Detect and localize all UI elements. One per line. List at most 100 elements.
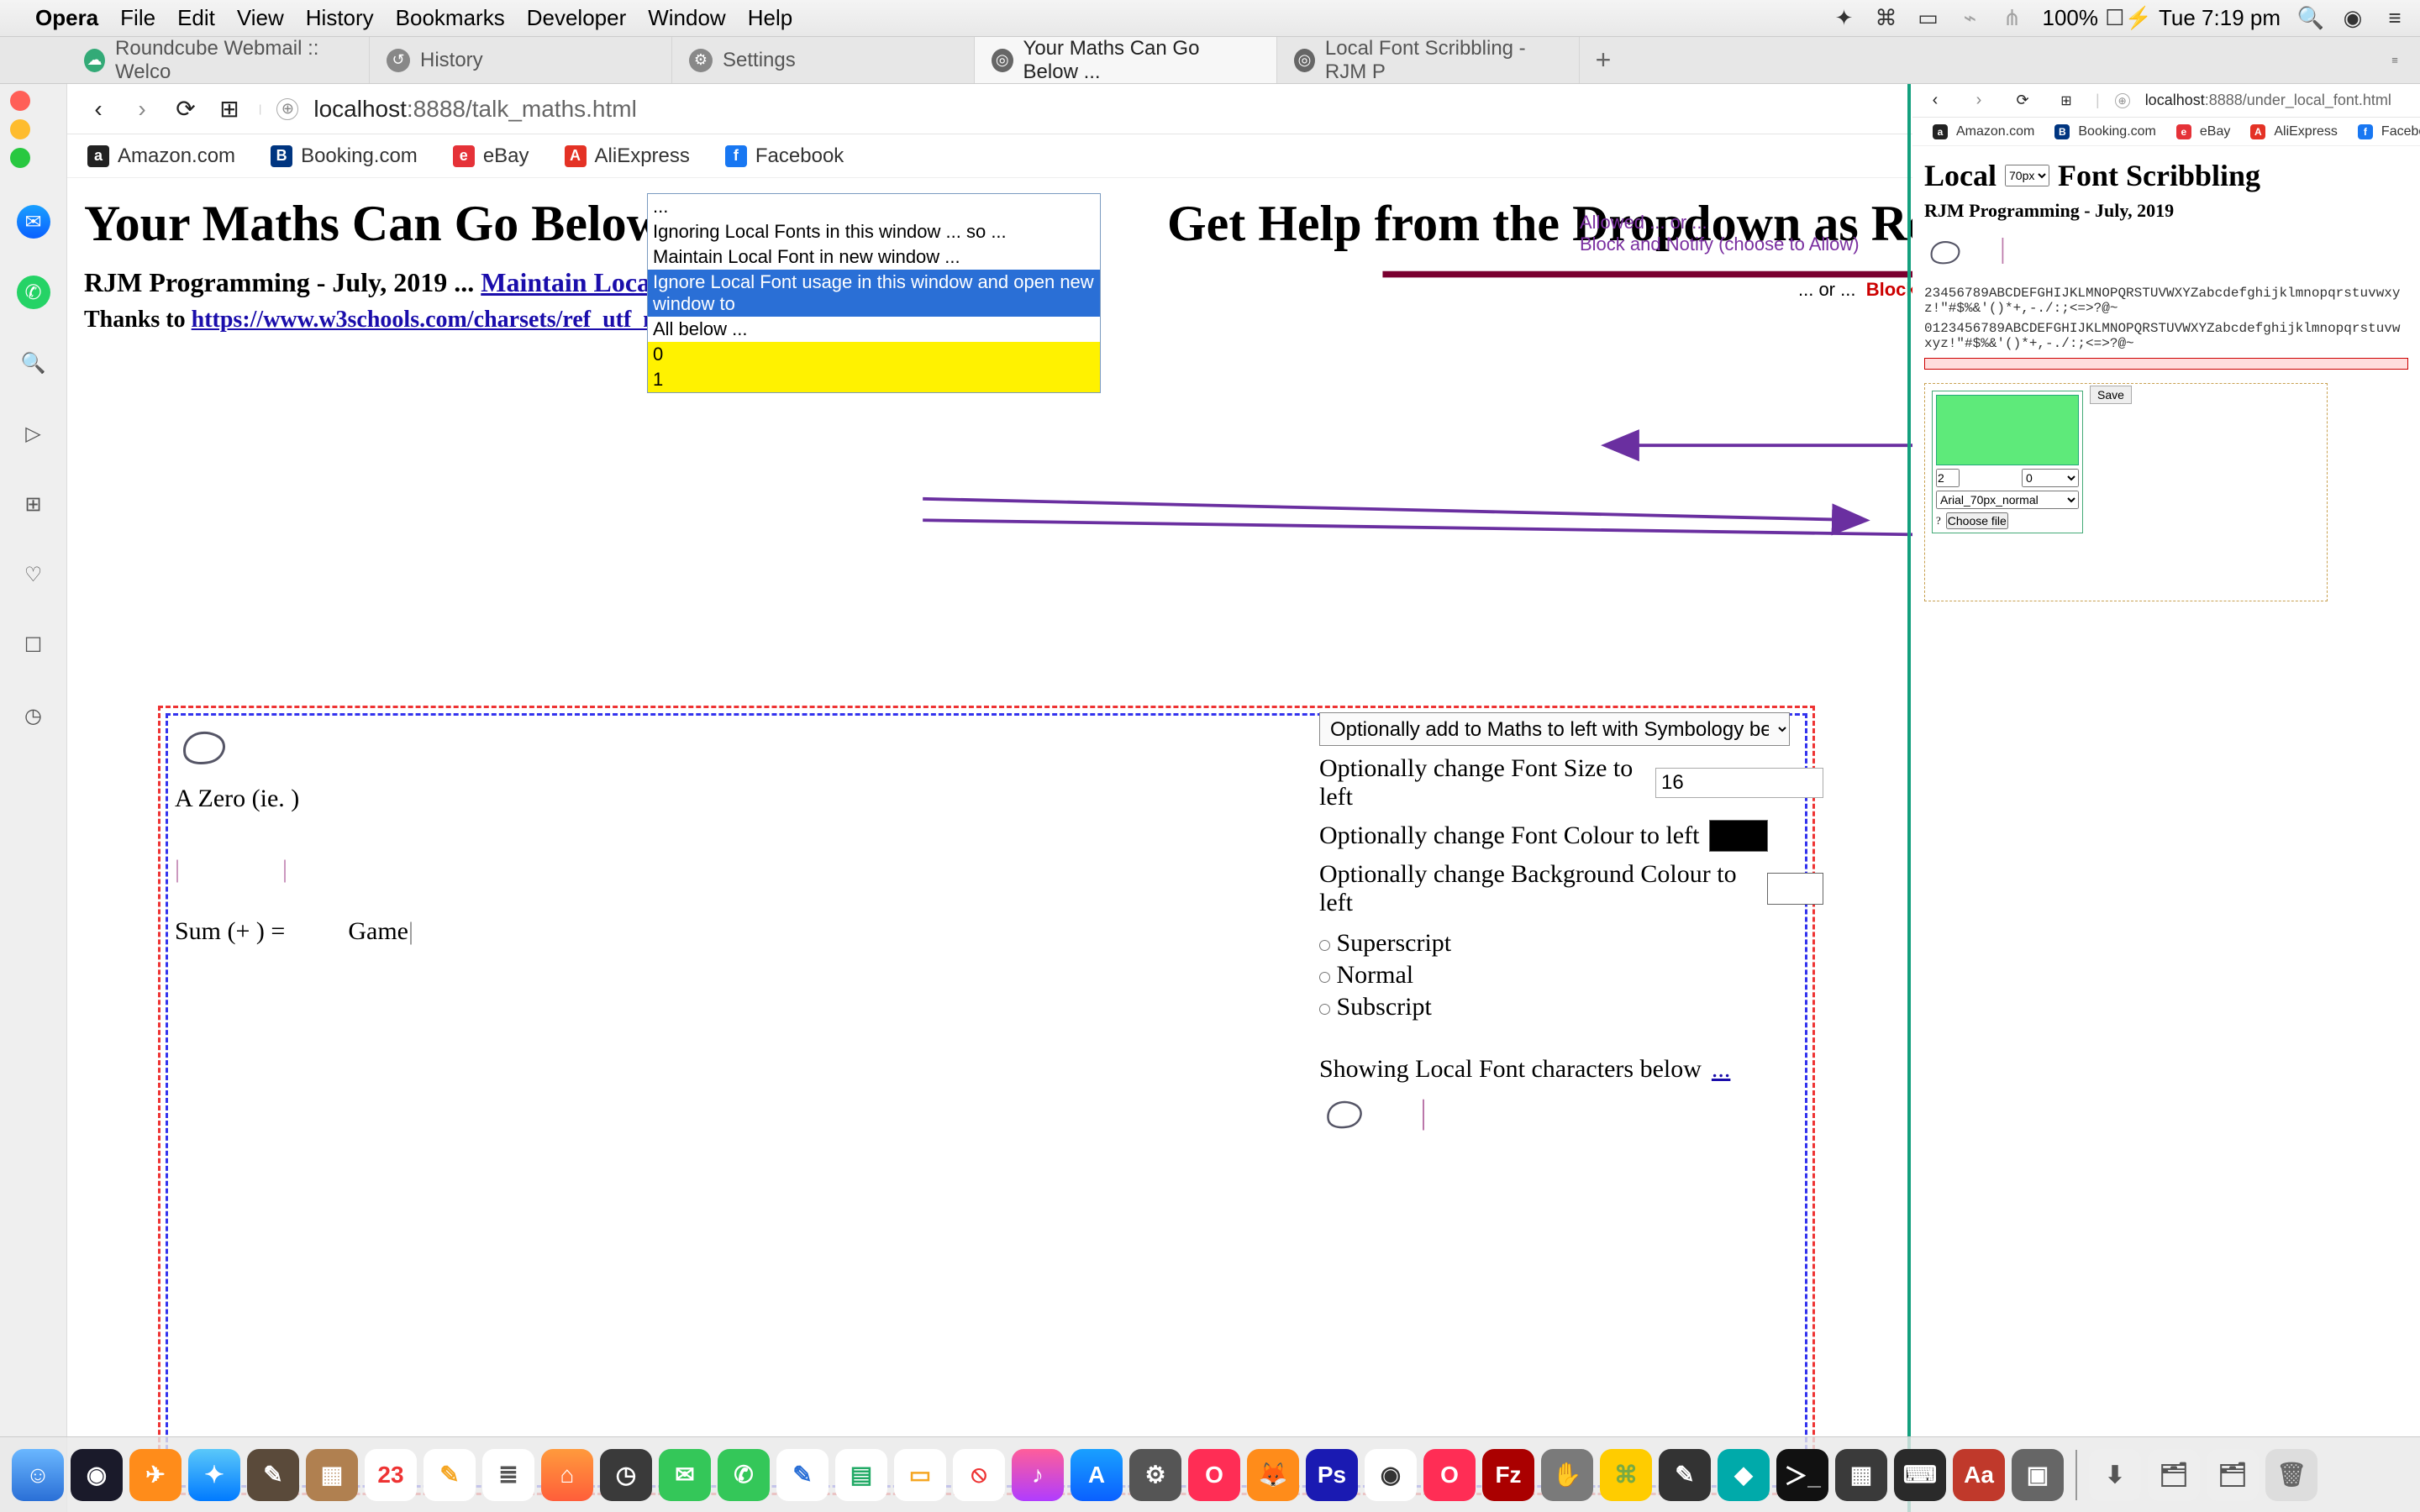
facetime-icon[interactable]: ✆: [718, 1449, 770, 1501]
radio-superscript[interactable]: Superscript: [1319, 929, 1823, 958]
bookmark-icon[interactable]: ☐: [17, 628, 50, 662]
folder-icon[interactable]: 🗂: [2207, 1449, 2259, 1501]
menu-history[interactable]: History: [306, 5, 374, 31]
safari-icon[interactable]: ✦: [188, 1449, 240, 1501]
dictionary-icon[interactable]: Aa: [1953, 1449, 2005, 1501]
speed-dial-icon[interactable]: ⊞: [17, 487, 50, 521]
app-icon[interactable]: ✋: [1541, 1449, 1593, 1501]
bookmark-amazon[interactable]: aAmazon.com: [87, 144, 235, 168]
chrome-icon[interactable]: ◉: [1365, 1449, 1417, 1501]
window-min-button[interactable]: [10, 119, 30, 139]
font-select[interactable]: Arial_70px_normal: [1936, 491, 2079, 509]
opt-0[interactable]: ...: [648, 194, 1100, 219]
app-name[interactable]: Opera: [35, 5, 98, 31]
opt-1[interactable]: Ignoring Local Fonts in this window ... …: [648, 219, 1100, 244]
opt-4[interactable]: All below ...: [648, 317, 1100, 342]
tab-menu-button[interactable]: ≡: [2370, 37, 2420, 83]
app-icon[interactable]: ◷: [600, 1449, 652, 1501]
siri-icon[interactable]: ◉: [2341, 7, 2365, 30]
save-button[interactable]: Save: [2090, 386, 2132, 404]
numbers-icon[interactable]: ▤: [835, 1449, 887, 1501]
site-info-icon[interactable]: ⊕: [2115, 93, 2130, 108]
bg-colour-swatch[interactable]: [1767, 873, 1823, 905]
keynote-icon[interactable]: ▭: [894, 1449, 946, 1501]
folder-icon[interactable]: 🗂: [2148, 1449, 2200, 1501]
app-icon[interactable]: ✈: [129, 1449, 182, 1501]
opt-y0[interactable]: 0: [648, 342, 1100, 367]
clock[interactable]: Tue 7:19 pm: [2159, 5, 2281, 31]
radio-normal[interactable]: Normal: [1319, 961, 1823, 990]
font-colour-swatch[interactable]: [1709, 820, 1768, 852]
bookmark-aliexpress[interactable]: AAliExpress: [2250, 124, 2338, 139]
reload-button[interactable]: ⟳: [171, 95, 200, 123]
bluetooth-icon[interactable]: ⌁: [1958, 7, 1981, 30]
notes-icon[interactable]: ✎: [424, 1449, 476, 1501]
app-icon[interactable]: ⌘: [1600, 1449, 1652, 1501]
menu-file[interactable]: File: [120, 5, 155, 31]
window-close-button[interactable]: [10, 91, 30, 111]
opera-icon[interactable]: O: [1188, 1449, 1240, 1501]
forward-button[interactable]: ›: [128, 95, 156, 123]
menu-developer[interactable]: Developer: [527, 5, 627, 31]
trash-icon[interactable]: 🗑: [2265, 1449, 2317, 1501]
menu-window[interactable]: Window: [648, 5, 725, 31]
tab-roundcube[interactable]: ☁ Roundcube Webmail :: Welco: [67, 37, 370, 83]
appstore-icon[interactable]: A: [1071, 1449, 1123, 1501]
address-bar-2[interactable]: localhost:8888/under_local_font.html: [2145, 92, 2391, 109]
app-icon[interactable]: ⌂: [541, 1449, 593, 1501]
window-max-button[interactable]: [10, 148, 30, 168]
play-icon[interactable]: ▷: [17, 417, 50, 450]
finder-icon[interactable]: ☺: [12, 1449, 64, 1501]
site-info-icon[interactable]: ⊕: [276, 98, 298, 120]
status-icon-1[interactable]: ✦: [1832, 7, 1855, 30]
forward-button[interactable]: ›: [1965, 87, 1993, 115]
itunes-icon[interactable]: ♪: [1012, 1449, 1064, 1501]
menu-edit[interactable]: Edit: [177, 5, 215, 31]
opt-2[interactable]: Maintain Local Font in new window ...: [648, 244, 1100, 270]
show-local-link[interactable]: ...: [1712, 1055, 1731, 1084]
reminders-icon[interactable]: ≣: [482, 1449, 534, 1501]
firefox-icon[interactable]: 🦊: [1247, 1449, 1299, 1501]
app-icon[interactable]: O: [1423, 1449, 1476, 1501]
messenger-icon[interactable]: ✉: [17, 205, 50, 239]
app-icon[interactable]: ◆: [1718, 1449, 1770, 1501]
bookmark-booking[interactable]: BBooking.com: [271, 144, 418, 168]
bookmark-aliexpress[interactable]: AAliExpress: [565, 144, 690, 168]
opt-3-selected[interactable]: Ignore Local Font usage in this window a…: [648, 270, 1100, 317]
opt-y1[interactable]: 1: [648, 367, 1100, 392]
local-font-dropdown[interactable]: ... Ignoring Local Fonts in this window …: [647, 193, 1101, 393]
back-button[interactable]: ‹: [84, 95, 113, 123]
tab-settings[interactable]: ⚙ Settings: [672, 37, 975, 83]
pages-icon[interactable]: ✎: [776, 1449, 829, 1501]
menu-view[interactable]: View: [237, 5, 284, 31]
messages-icon[interactable]: ✉: [659, 1449, 711, 1501]
status-icon-2[interactable]: ⌘: [1874, 7, 1897, 30]
app-icon[interactable]: ▦: [1835, 1449, 1887, 1501]
tab-maths[interactable]: ◎ Your Maths Can Go Below ...: [975, 37, 1277, 83]
menu-bookmarks[interactable]: Bookmarks: [396, 5, 505, 31]
start-page-button[interactable]: ⊞: [215, 95, 244, 123]
bookmark-ebay[interactable]: eeBay: [453, 144, 529, 168]
address-bar[interactable]: localhost:8888/talk_maths.html: [313, 96, 636, 123]
bookmark-amazon[interactable]: aAmazon.com: [1933, 124, 2034, 139]
heart-icon[interactable]: ♡: [17, 558, 50, 591]
clock-icon[interactable]: ◷: [17, 699, 50, 732]
canvas-area[interactable]: [1936, 395, 2079, 465]
whatsapp-icon[interactable]: ✆: [17, 276, 50, 309]
terminal-icon[interactable]: ＞_: [1776, 1449, 1828, 1501]
settings-icon[interactable]: ⚙: [1129, 1449, 1181, 1501]
app-icon[interactable]: ✎: [247, 1449, 299, 1501]
window-split-divider[interactable]: [1907, 84, 1911, 1512]
font-size-input[interactable]: [1655, 768, 1823, 798]
siri-dock-icon[interactable]: ◉: [71, 1449, 123, 1501]
app-icon[interactable]: ⦸: [953, 1449, 1005, 1501]
symbology-select[interactable]: Optionally add to Maths to left with Sym…: [1319, 712, 1790, 746]
spotlight-icon[interactable]: 🔍: [2299, 7, 2323, 30]
tab-localfont[interactable]: ◎ Local Font Scribbling - RJM P: [1277, 37, 1580, 83]
app-icon[interactable]: ▣: [2012, 1449, 2064, 1501]
app-icon[interactable]: ⌨: [1894, 1449, 1946, 1501]
choose-file-button[interactable]: Choose file: [1946, 512, 2008, 529]
bookmark-ebay[interactable]: eeBay: [2176, 124, 2230, 139]
menu-help[interactable]: Help: [748, 5, 792, 31]
bookmark-facebook[interactable]: fFacebook: [2358, 124, 2420, 139]
